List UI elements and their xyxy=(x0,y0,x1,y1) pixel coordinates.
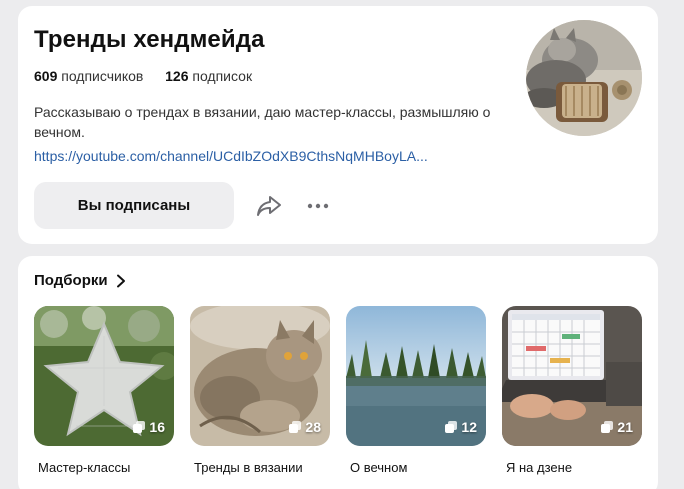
collection-label: Тренды в вязании xyxy=(194,460,303,475)
collection-count-badge: 12 xyxy=(444,419,477,435)
stack-icon xyxy=(601,421,614,433)
collection-count: 21 xyxy=(617,419,633,435)
share-button[interactable] xyxy=(254,192,284,220)
subscriptions-label[interactable]: подписок xyxy=(192,68,252,84)
collection-count: 12 xyxy=(461,419,477,435)
collection-thumbnail: 12 xyxy=(346,306,486,446)
chevron-right-icon xyxy=(116,274,125,287)
collection-thumbnail: 28 xyxy=(190,306,330,446)
channel-description: Рассказываю о трендах в вязании, даю мас… xyxy=(34,104,491,140)
collection-thumbnail: 21 xyxy=(502,306,642,446)
subscribe-button[interactable]: Вы подписаны xyxy=(34,182,234,229)
subscribers-count[interactable]: 609 xyxy=(34,68,57,84)
collection-count: 28 xyxy=(305,419,321,435)
collection-label: Я на дзене xyxy=(506,460,573,475)
cat-with-yarn-avatar xyxy=(526,20,642,136)
subscribers-label[interactable]: подписчиков xyxy=(61,68,143,84)
channel-header-card: Тренды хендмейда 609 подписчиков 126 под… xyxy=(18,6,658,244)
share-icon xyxy=(257,196,281,216)
channel-stats: 609 подписчиков 126 подписок xyxy=(34,68,252,84)
more-dots-icon xyxy=(307,203,329,209)
collection-label: О вечном xyxy=(350,460,408,475)
collection-count-badge: 28 xyxy=(288,419,321,435)
collection-count-badge: 21 xyxy=(600,419,633,435)
collections-title: Подборки xyxy=(34,272,108,289)
collection-tile-eternal[interactable]: 12 О вечном xyxy=(346,306,486,475)
collection-count: 16 xyxy=(149,419,165,435)
channel-avatar[interactable] xyxy=(526,20,642,136)
stack-icon xyxy=(133,421,146,433)
collection-thumbnail: 16 xyxy=(34,306,174,446)
channel-title: Тренды хендмейда xyxy=(34,26,265,53)
collection-tile-knitting-trends[interactable]: 28 Тренды в вязании xyxy=(190,306,330,475)
subscriptions-count[interactable]: 126 xyxy=(165,68,188,84)
stack-icon xyxy=(289,421,302,433)
collection-count-badge: 16 xyxy=(132,419,165,435)
collection-label: Мастер-классы xyxy=(38,460,131,475)
stack-icon xyxy=(445,421,458,433)
collection-tile-master-classes[interactable]: 16 Мастер-классы xyxy=(34,306,174,475)
more-options-button[interactable] xyxy=(304,192,332,220)
collection-tile-on-dzen[interactable]: 21 Я на дзене xyxy=(502,306,642,475)
channel-external-link[interactable]: https://youtube.com/channel/UCdIbZOdXB9C… xyxy=(34,148,428,164)
collections-header[interactable]: Подборки xyxy=(34,272,126,289)
collections-card: Подборки 16 Мастер-классы 28 Тренды в вя… xyxy=(18,256,658,489)
